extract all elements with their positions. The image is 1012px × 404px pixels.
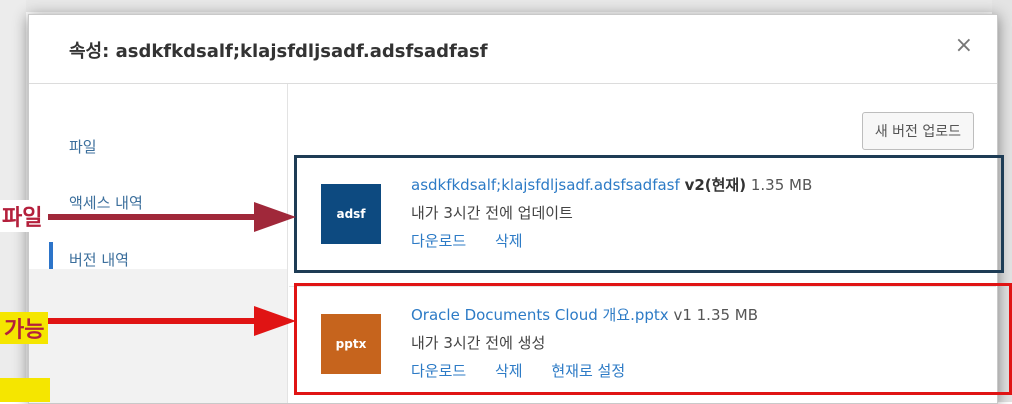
upload-new-version-button[interactable]: 새 버전 업로드 — [861, 112, 974, 150]
background-top — [0, 0, 1012, 12]
highlight-box-current-version — [294, 155, 1004, 273]
annotation-label-file: 파일 — [0, 200, 45, 232]
dialog-title: 속성: asdkfkdsalf;klajsfdljsadf.adsfsadfas… — [69, 41, 488, 62]
sidebar: 파일 액세스 내역 버전 내역 — [29, 84, 288, 276]
sidebar-item-file[interactable]: 파일 — [69, 136, 97, 157]
annotation-yellow-chip — [0, 378, 50, 402]
highlight-box-previous-version — [294, 283, 1012, 395]
close-icon[interactable]: × — [955, 33, 973, 58]
annotation-arrow-red — [48, 306, 296, 336]
sidebar-item-version-history[interactable]: 버전 내역 — [69, 249, 129, 270]
annotation-label-possible: 가능 — [0, 312, 49, 344]
dialog-header: 속성: asdkfkdsalf;klajsfdljsadf.adsfsadfas… — [29, 15, 997, 84]
annotation-arrow-dark — [48, 202, 296, 232]
